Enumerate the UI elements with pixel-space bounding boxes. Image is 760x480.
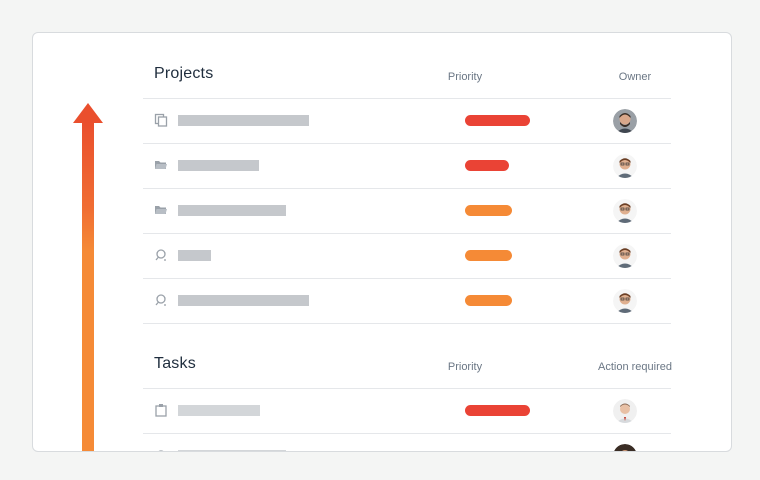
owner-avatar — [613, 244, 637, 268]
priority-high-bar — [465, 160, 509, 171]
arrow-shaft — [82, 122, 94, 451]
action-avatar — [613, 444, 637, 451]
project-name-placeholder — [178, 295, 309, 306]
project-row[interactable] — [143, 279, 671, 324]
project-row[interactable] — [143, 144, 671, 189]
gear-icon — [154, 448, 168, 451]
project-row[interactable] — [143, 189, 671, 234]
arrow-head-icon — [73, 103, 103, 123]
owner-avatar — [613, 109, 637, 133]
projects-title: Projects — [154, 65, 214, 82]
projects-priority-column-header: Priority — [447, 71, 483, 83]
owner-avatar — [613, 154, 637, 178]
priority-high-bar — [465, 405, 530, 416]
owner-avatar — [613, 199, 637, 223]
search-icon — [154, 248, 168, 262]
priority-high-bar — [465, 115, 530, 126]
project-row[interactable] — [143, 234, 671, 279]
task-name-placeholder — [178, 450, 286, 451]
priority-arrow — [73, 103, 103, 451]
task-row[interactable] — [143, 434, 671, 451]
projects-header: Projects Priority Owner — [143, 33, 671, 99]
tasks-action-column-header: Action required — [598, 361, 672, 373]
project-name-placeholder — [178, 115, 309, 126]
priority-medium-bar — [465, 250, 512, 261]
owner-avatar — [613, 289, 637, 313]
clipboard-icon — [154, 403, 168, 417]
copy-icon — [154, 113, 168, 127]
search-icon — [154, 293, 168, 307]
priority-medium-bar — [465, 205, 512, 216]
project-name-placeholder — [178, 205, 286, 216]
project-row[interactable] — [143, 99, 671, 144]
tasks-title: Tasks — [154, 355, 196, 372]
tasks-header: Tasks Priority Action required — [143, 323, 672, 389]
task-row[interactable] — [143, 389, 671, 434]
project-name-placeholder — [178, 250, 211, 261]
projects-owner-column-header: Owner — [618, 71, 652, 83]
priority-medium-bar — [465, 295, 512, 306]
folder-icon — [154, 203, 168, 217]
priority-board-card: Projects Priority Owner Tasks Priority A… — [32, 32, 732, 452]
action-avatar — [613, 399, 637, 423]
tasks-priority-column-header: Priority — [447, 361, 483, 373]
task-name-placeholder — [178, 405, 260, 416]
folder-icon — [154, 158, 168, 172]
project-name-placeholder — [178, 160, 259, 171]
